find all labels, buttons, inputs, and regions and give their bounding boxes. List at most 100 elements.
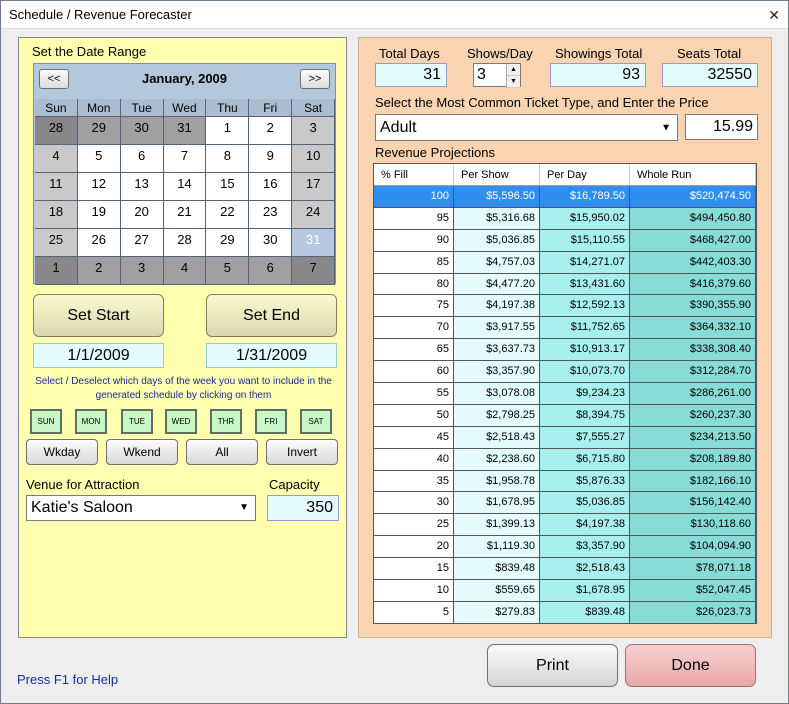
table-row[interactable]: 30 $1,678.95 $5,036.85 $156,142.40 [374,492,756,515]
table-row[interactable]: 5 $279.83 $839.48 $26,023.73 [374,601,756,624]
calendar-day[interactable]: 25 [35,229,78,257]
print-button[interactable]: Print [487,644,618,687]
calendar-day[interactable]: 6 [249,257,293,285]
table-row[interactable]: 100 $5,596.50 $16,789.50 $520,474.50 [374,186,756,208]
calendar-day[interactable]: 10 [292,145,336,173]
table-cell: $468,427.00 [630,229,756,252]
table-row[interactable]: 50 $2,798.25 $8,394.75 $260,237.30 [374,404,756,427]
dow-toggle-fri[interactable]: FRI [255,409,287,434]
calendar-day[interactable]: 1 [35,257,78,285]
calendar-day[interactable]: 18 [35,201,78,229]
set-start-button[interactable]: Set Start [33,294,164,337]
table-row[interactable]: 90 $5,036.85 $15,110.55 $468,427.00 [374,229,756,252]
capacity-field[interactable]: 350 [267,495,339,521]
table-row[interactable]: 25 $1,399.13 $4,197.38 $130,118.60 [374,514,756,537]
column-header-whole-run[interactable]: Whole Run [630,164,756,186]
calendar-day[interactable]: 21 [163,201,207,229]
calendar-day[interactable]: 3 [292,117,336,145]
calendar-day[interactable]: 17 [292,173,336,201]
calendar-day[interactable]: 19 [77,201,121,229]
calendar-day[interactable]: 4 [163,257,207,285]
column-header-per-show[interactable]: Per Show [454,164,540,186]
table-row[interactable]: 70 $3,917.55 $11,752.65 $364,332.10 [374,317,756,340]
calendar-day[interactable]: 9 [249,145,293,173]
set-end-button[interactable]: Set End [206,294,337,337]
dow-toggle-tue[interactable]: TUE [121,409,153,434]
table-cell: $1,399.13 [454,514,540,537]
ticket-price-field[interactable]: 15.99 [685,114,758,140]
weekday-button[interactable]: Wkday [26,439,98,465]
table-row[interactable]: 75 $4,197.38 $12,592.13 $390,355.90 [374,295,756,318]
calendar-day[interactable]: 22 [206,201,250,229]
dow-toggle-sat[interactable]: SAT [300,409,332,434]
dow-toggle-wed[interactable]: WED [165,409,197,434]
revenue-table[interactable]: % Fill Per Show Per Day Whole Run 100 $5,… [373,163,757,624]
invert-days-button[interactable]: Invert [266,439,338,465]
calendar-day[interactable]: 20 [120,201,164,229]
table-cell: $390,355.90 [630,295,756,318]
calendar-day[interactable]: 2 [249,117,293,145]
calendar-day[interactable]: 7 [163,145,207,173]
calendar-day[interactable]: 2 [77,257,121,285]
start-date-field[interactable]: 1/1/2009 [33,343,164,368]
table-row[interactable]: 35 $1,958.78 $5,876.33 $182,166.10 [374,470,756,493]
calendar-day[interactable]: 28 [35,117,78,145]
calendar-day[interactable]: 30 [249,229,293,257]
calendar-day[interactable]: 8 [206,145,250,173]
ticket-type-select[interactable]: Adult ▼ [375,114,678,141]
calendar-day[interactable]: 31 [163,117,207,145]
all-days-button[interactable]: All [186,439,258,465]
weekend-button[interactable]: Wkend [106,439,178,465]
calendar-day[interactable]: 15 [206,173,250,201]
table-row[interactable]: 55 $3,078.08 $9,234.23 $286,261.00 [374,383,756,405]
spin-down-icon[interactable]: ▼ [507,76,520,88]
table-row[interactable]: 40 $2,238.60 $6,715.80 $208,189.80 [374,448,756,471]
table-row[interactable]: 85 $4,757.03 $14,271.07 $442,403.30 [374,251,756,274]
calendar-day[interactable]: 6 [120,145,164,173]
calendar-day[interactable]: 28 [163,229,207,257]
table-cell: $364,332.10 [630,317,756,340]
showings-total-field: 93 [550,63,646,87]
table-row[interactable]: 10 $559.65 $1,678.95 $52,047.45 [374,580,756,602]
calendar-day[interactable]: 29 [206,229,250,257]
calendar-day[interactable]: 5 [206,257,250,285]
close-icon[interactable]: ✕ [768,7,780,24]
next-month-button[interactable]: >> [300,69,330,89]
calendar-day[interactable]: 23 [249,201,293,229]
calendar-day[interactable]: 4 [35,145,78,173]
calendar-day[interactable]: 5 [77,145,121,173]
calendar-day[interactable]: 1 [206,117,250,145]
table-row[interactable]: 20 $1,119.30 $3,357.90 $104,094.90 [374,536,756,559]
calendar-day[interactable]: 27 [120,229,164,257]
calendar-day[interactable]: 11 [35,173,78,201]
dow-toggle-sun[interactable]: SUN [30,409,62,434]
done-button[interactable]: Done [625,644,756,687]
column-header-per-day[interactable]: Per Day [540,164,630,186]
end-date-field[interactable]: 1/31/2009 [206,343,337,368]
calendar-day[interactable]: 29 [77,117,121,145]
table-cell: $6,715.80 [540,448,630,471]
table-row[interactable]: 15 $839.48 $2,518.43 $78,071.18 [374,558,756,581]
calendar-day[interactable]: 14 [163,173,207,201]
dow-toggle-thr[interactable]: THR [210,409,242,434]
calendar-day[interactable]: 7 [292,257,336,285]
shows-spinner[interactable]: ▲ ▼ [506,64,520,88]
dow-toggle-mon[interactable]: MON [75,409,107,434]
calendar-day[interactable]: 30 [120,117,164,145]
table-row[interactable]: 60 $3,357.90 $10,073.70 $312,284.70 [374,361,756,384]
table-row[interactable]: 80 $4,477.20 $13,431.60 $416,379.60 [374,273,756,296]
table-row[interactable]: 95 $5,316.68 $15,950.02 $494,450.80 [374,207,756,230]
calendar-day[interactable]: 13 [120,173,164,201]
calendar-day[interactable]: 26 [77,229,121,257]
table-row[interactable]: 45 $2,518.43 $7,555.27 $234,213.50 [374,426,756,449]
calendar-day[interactable]: 3 [120,257,164,285]
calendar-day[interactable]: 24 [292,201,336,229]
calendar-day[interactable]: 16 [249,173,293,201]
calendar-day[interactable]: 12 [77,173,121,201]
calendar-day[interactable]: 31 [292,229,336,257]
table-row[interactable]: 65 $3,637.73 $10,913.17 $338,308.40 [374,339,756,362]
spin-up-icon[interactable]: ▲ [507,64,520,76]
table-cell: $3,637.73 [454,339,540,362]
column-header-fill[interactable]: % Fill [374,164,454,186]
venue-select[interactable]: Katie's Saloon ▼ [26,495,256,521]
